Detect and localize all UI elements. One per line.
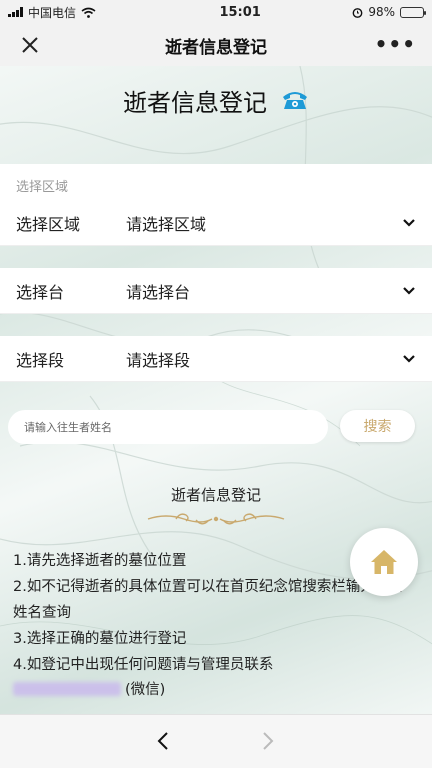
instruction-line: 4.如登记中出现任何问题请与管理员联系	[13, 657, 274, 673]
battery-percent: 98%	[368, 5, 395, 19]
select-platform-value: 请选择台	[126, 282, 191, 302]
home-button[interactable]	[350, 528, 418, 596]
select-area-value: 请选择区域	[126, 214, 207, 234]
selection-panel: 选择区域 选择区域 请选择区域 选择台 请选择台 选择段 请选择段	[0, 164, 432, 382]
instruction-line: 3.选择正确的墓位进行登记	[13, 631, 187, 647]
phone-icon	[283, 92, 307, 109]
chevron-down-icon	[403, 218, 415, 227]
chevron-down-icon	[403, 354, 415, 363]
select-platform-label: 选择台	[16, 282, 65, 302]
close-icon[interactable]	[18, 33, 42, 57]
page-header: 逝者信息登记	[0, 80, 432, 120]
wifi-icon	[81, 7, 96, 18]
nav-bar: 逝者信息登记 •••	[0, 24, 432, 66]
divider	[0, 314, 432, 336]
browser-bottom-bar	[0, 714, 432, 768]
chevron-down-icon	[403, 286, 415, 295]
select-section-row[interactable]: 选择段 请选择段	[0, 336, 432, 382]
contact-suffix: (微信)	[125, 682, 166, 698]
signal-icon	[8, 7, 23, 17]
ornament-divider	[147, 513, 285, 525]
status-right: 98%	[352, 5, 426, 19]
page-title: 逝者信息登记	[123, 88, 267, 117]
more-menu-icon[interactable]: •••	[375, 34, 416, 54]
contact-line: (微信)	[13, 678, 165, 699]
status-left: 中国电信	[8, 4, 168, 21]
back-arrow-icon[interactable]	[154, 731, 172, 751]
carrier-label: 中国电信	[28, 5, 77, 20]
home-icon	[371, 550, 397, 574]
select-area-label: 选择区域	[16, 214, 81, 234]
forward-arrow-icon[interactable]	[259, 731, 277, 751]
divider	[0, 246, 432, 268]
select-section-label: 选择段	[16, 350, 65, 370]
status-time: 15:01	[219, 4, 261, 20]
nav-title: 逝者信息登记	[165, 37, 267, 58]
search-input[interactable]	[8, 410, 328, 444]
select-platform-row[interactable]: 选择台 请选择台	[0, 268, 432, 314]
redacted-contact	[13, 681, 121, 696]
select-section-value: 请选择段	[126, 350, 191, 370]
status-bar: 中国电信 15:01 98%	[0, 0, 432, 24]
section-caption: 选择区域	[0, 164, 432, 200]
search-button[interactable]: 搜索	[340, 410, 415, 442]
info-title: 逝者信息登记	[170, 486, 261, 504]
select-area-row[interactable]: 选择区域 请选择区域	[0, 200, 432, 246]
alarm-icon	[352, 7, 363, 18]
battery-icon	[400, 6, 426, 18]
